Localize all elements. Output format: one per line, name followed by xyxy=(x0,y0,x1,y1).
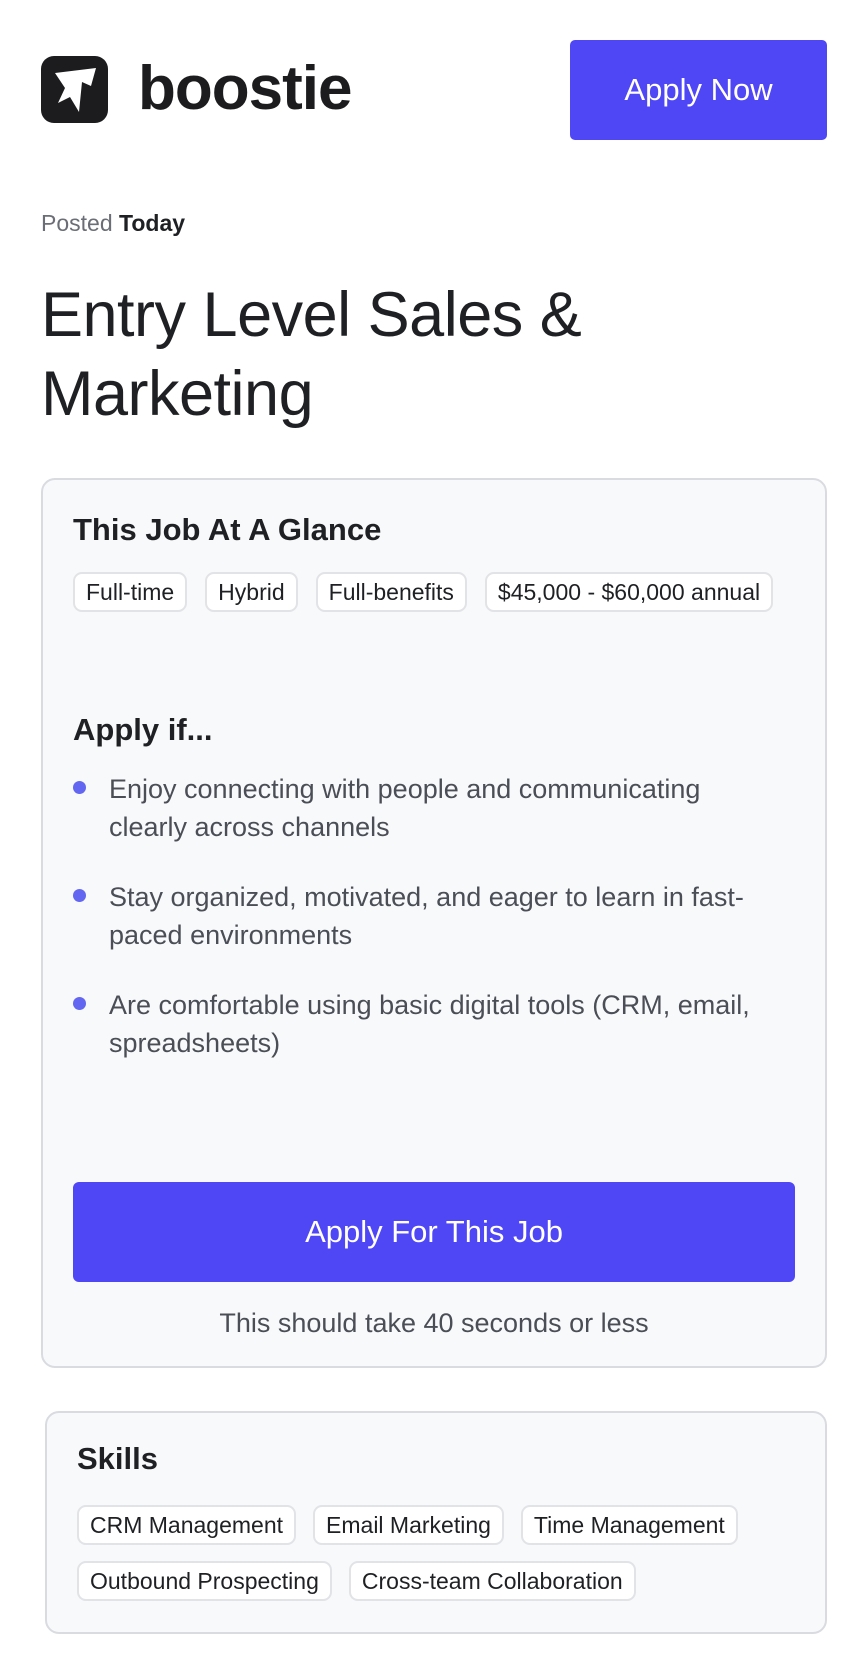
skill-tags: CRM Management Email Marketing Time Mana… xyxy=(77,1505,797,1601)
apply-if-list: Enjoy connecting with people and communi… xyxy=(73,770,773,1094)
skill-tag: Outbound Prospecting xyxy=(77,1561,332,1601)
skill-tag: Time Management xyxy=(520,1505,738,1545)
tag-work-mode: Hybrid xyxy=(205,572,298,612)
skill-tag: Cross-team Collaboration xyxy=(348,1561,636,1601)
list-item-text: Are comfortable using basic digital tool… xyxy=(109,990,750,1058)
skill-tag: Email Marketing xyxy=(313,1505,504,1545)
apply-time-note: This should take 40 seconds or less xyxy=(219,1308,649,1338)
apply-now-button[interactable]: Apply Now xyxy=(570,40,827,140)
job-title: Entry Level Sales & Marketing xyxy=(41,280,582,429)
boostie-logo-icon[interactable] xyxy=(41,56,108,123)
list-item: Stay organized, motivated, and eager to … xyxy=(73,878,773,954)
posted-value: Today xyxy=(119,210,186,236)
list-item-text: Stay organized, motivated, and eager to … xyxy=(109,882,744,950)
bullet-dot-icon xyxy=(73,889,86,902)
list-item: Are comfortable using basic digital tool… xyxy=(73,986,773,1062)
tag-employment-type: Full-time xyxy=(73,572,188,612)
posted-date: Posted Today xyxy=(41,210,185,237)
skills-heading: Skills xyxy=(77,1441,158,1476)
skill-tag: CRM Management xyxy=(77,1505,297,1545)
list-item: Enjoy connecting with people and communi… xyxy=(73,770,773,846)
glance-heading: This Job At A Glance xyxy=(73,512,382,547)
site-header: boostie Apply Now xyxy=(41,40,827,140)
apply-if-heading: Apply if... xyxy=(73,712,213,747)
tag-benefits: Full-benefits xyxy=(315,572,467,612)
logo-bolt-shape xyxy=(55,68,96,112)
posted-prefix: Posted xyxy=(41,210,113,236)
bullet-dot-icon xyxy=(73,781,86,794)
list-item-text: Enjoy connecting with people and communi… xyxy=(109,774,701,842)
glance-tags: Full-time Hybrid Full-benefits $45,000 -… xyxy=(73,572,793,612)
skills-card: Skills CRM Management Email Marketing Ti… xyxy=(45,1411,827,1634)
brand-name[interactable]: boostie xyxy=(138,56,352,122)
apply-for-job-button[interactable]: Apply For This Job xyxy=(73,1182,795,1282)
job-glance-card: This Job At A Glance Full-time Hybrid Fu… xyxy=(41,478,827,1368)
tag-salary: $45,000 - $60,000 annual xyxy=(484,572,774,612)
bullet-dot-icon xyxy=(73,997,86,1010)
